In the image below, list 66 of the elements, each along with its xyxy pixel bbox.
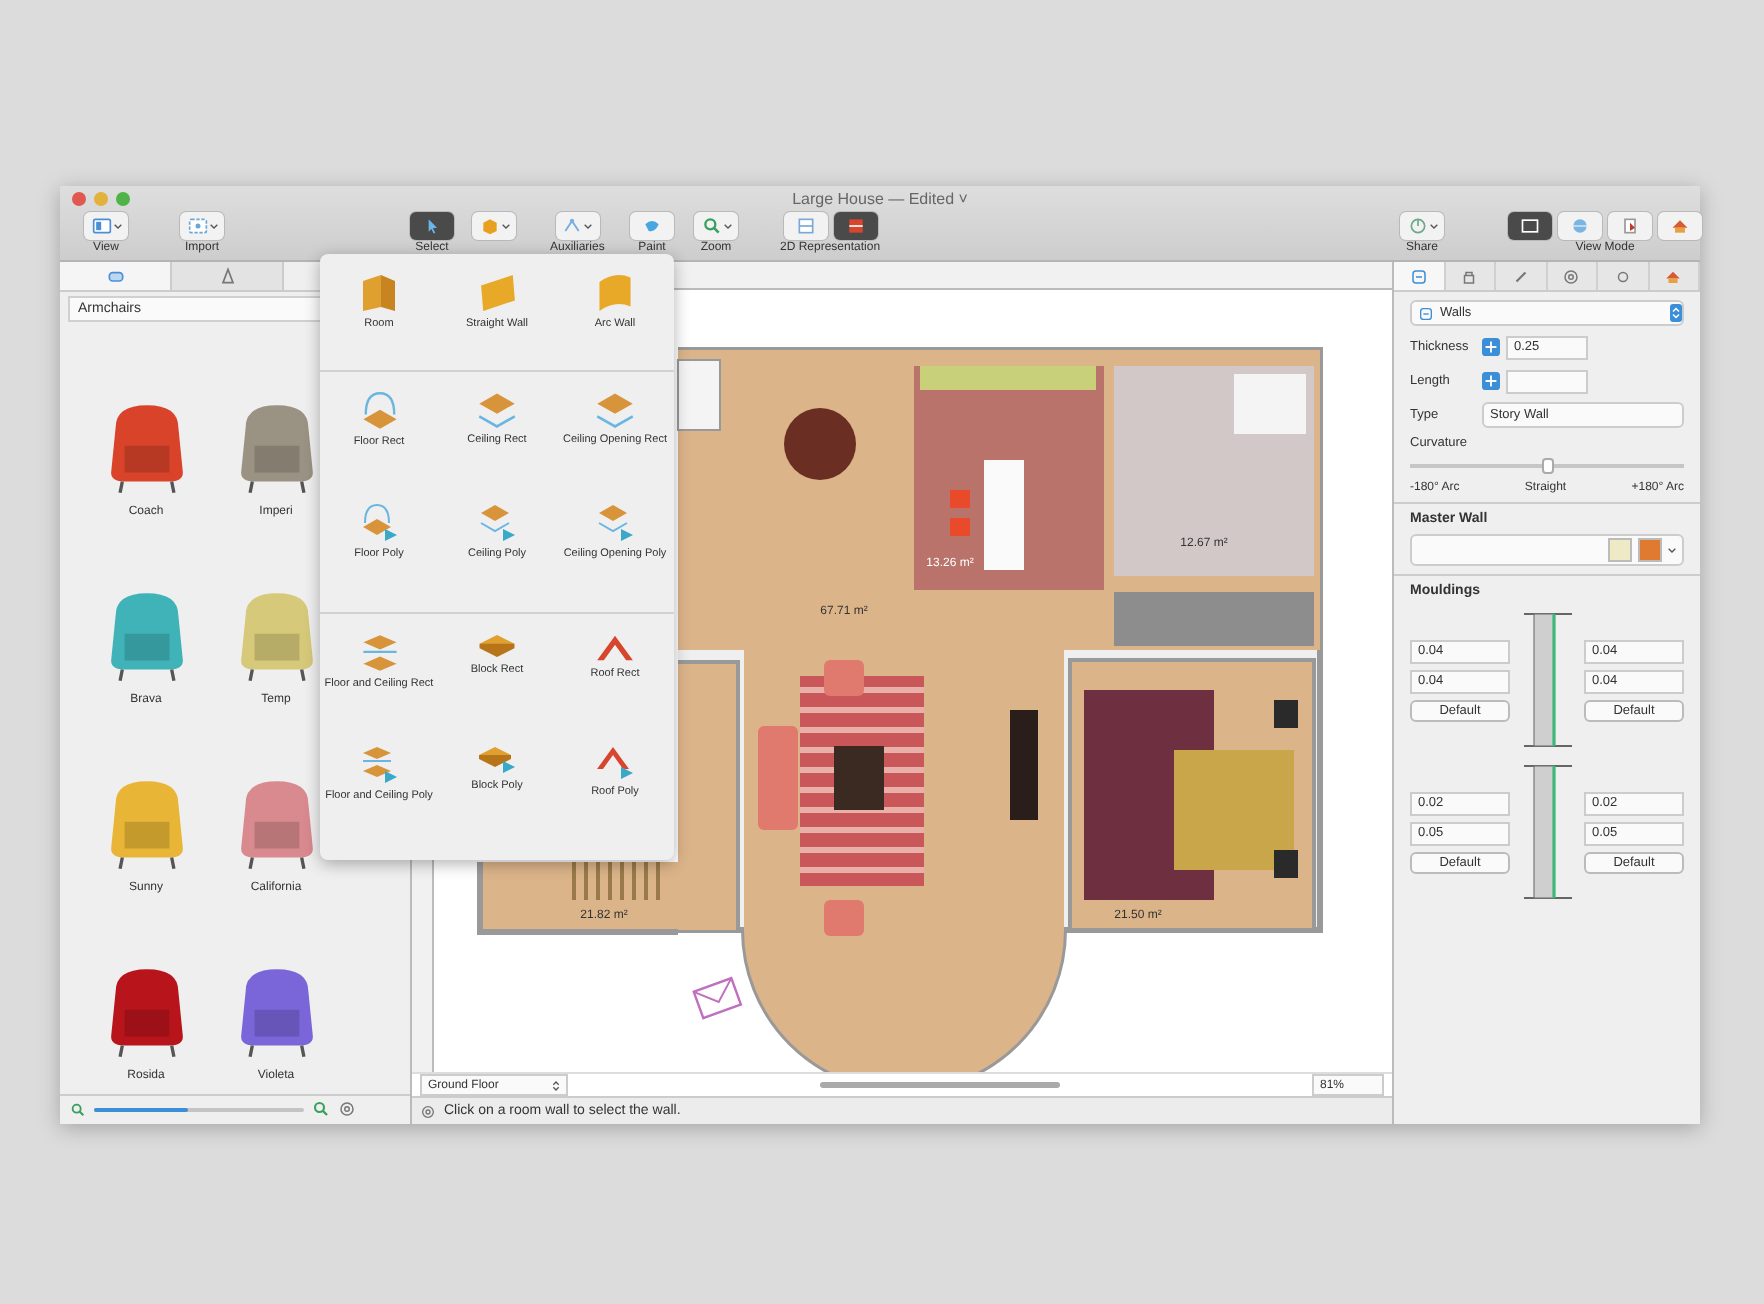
scrollbar-thumb[interactable] bbox=[820, 1082, 1060, 1088]
dashed-frame-icon bbox=[187, 216, 207, 236]
stepper-icon bbox=[552, 1079, 560, 1091]
library-tab[interactable] bbox=[60, 262, 172, 291]
armchair-icon bbox=[105, 266, 125, 287]
polygon-tool-icon bbox=[361, 504, 397, 542]
armchair-icon bbox=[239, 591, 313, 682]
floor-plan-icon bbox=[845, 216, 866, 236]
caret-icon bbox=[1668, 546, 1676, 554]
hint-icon bbox=[420, 1103, 436, 1120]
armchair-icon bbox=[239, 403, 313, 494]
monitor-icon bbox=[1520, 216, 1540, 236]
toolbar-button[interactable] bbox=[833, 212, 878, 240]
length-field[interactable] bbox=[1506, 369, 1588, 393]
plus-button-icon[interactable] bbox=[1482, 372, 1500, 390]
zoom-in-icon bbox=[312, 1100, 330, 1119]
build-tool-icon bbox=[598, 274, 632, 312]
polygon-tool-icon bbox=[479, 504, 515, 542]
build-tool-icon bbox=[361, 392, 397, 430]
compass-icon bbox=[562, 216, 583, 236]
polygon-tool-icon bbox=[597, 504, 633, 542]
inspector-tab[interactable] bbox=[1649, 262, 1700, 290]
inspector-tab[interactable] bbox=[1547, 262, 1598, 290]
build-tool-icon bbox=[478, 392, 516, 428]
window-icon bbox=[91, 216, 111, 236]
dropdown-arrow-icon bbox=[1670, 304, 1682, 322]
plus-button-icon[interactable] bbox=[1482, 338, 1500, 356]
build-tool-icon bbox=[362, 274, 396, 312]
paint-icon bbox=[642, 216, 662, 236]
polygon-tool-icon bbox=[596, 746, 634, 780]
house-icon bbox=[1670, 216, 1690, 236]
polygon-tool-icon bbox=[361, 746, 397, 784]
slider-thumb[interactable] bbox=[1541, 458, 1553, 474]
floor-plan-icon bbox=[795, 216, 816, 236]
inspector-tab[interactable] bbox=[1598, 262, 1649, 290]
window-title: Large House — Edited ˅ bbox=[792, 190, 968, 208]
armchair-icon bbox=[239, 779, 313, 870]
build-tool-icon bbox=[596, 392, 634, 428]
zoom-icon bbox=[701, 216, 721, 236]
zoom-out-icon bbox=[70, 1101, 86, 1118]
zoom-slider[interactable] bbox=[94, 1107, 304, 1112]
polygon-tool-icon bbox=[478, 746, 516, 774]
armchair-icon bbox=[109, 591, 183, 682]
armchair-icon bbox=[109, 967, 183, 1058]
master-wall-dropdown[interactable] bbox=[1410, 534, 1684, 566]
armchair-icon bbox=[239, 967, 313, 1058]
target-icon bbox=[338, 1100, 356, 1119]
armchair-icon bbox=[109, 779, 183, 870]
toolbar-button[interactable] bbox=[1508, 212, 1552, 240]
color-swatch[interactable] bbox=[1608, 538, 1632, 562]
inspector-tab[interactable] bbox=[1445, 262, 1496, 290]
door-icon bbox=[1620, 216, 1640, 236]
library-tab[interactable] bbox=[172, 262, 284, 291]
build-tool-icon bbox=[479, 274, 515, 312]
lock-icon bbox=[1460, 267, 1479, 285]
pencil-icon bbox=[1511, 267, 1530, 285]
globe-icon bbox=[1570, 216, 1590, 236]
armchair-icon bbox=[109, 403, 183, 494]
build-tool-icon bbox=[596, 634, 634, 662]
build-tool-icon bbox=[478, 634, 516, 658]
toolbar-button[interactable] bbox=[410, 212, 454, 240]
color-swatch[interactable] bbox=[1638, 538, 1662, 562]
build-tool-icon bbox=[361, 634, 397, 672]
inspector-tab[interactable] bbox=[1394, 262, 1445, 290]
house-icon bbox=[1664, 267, 1683, 285]
target-icon bbox=[1562, 267, 1581, 285]
